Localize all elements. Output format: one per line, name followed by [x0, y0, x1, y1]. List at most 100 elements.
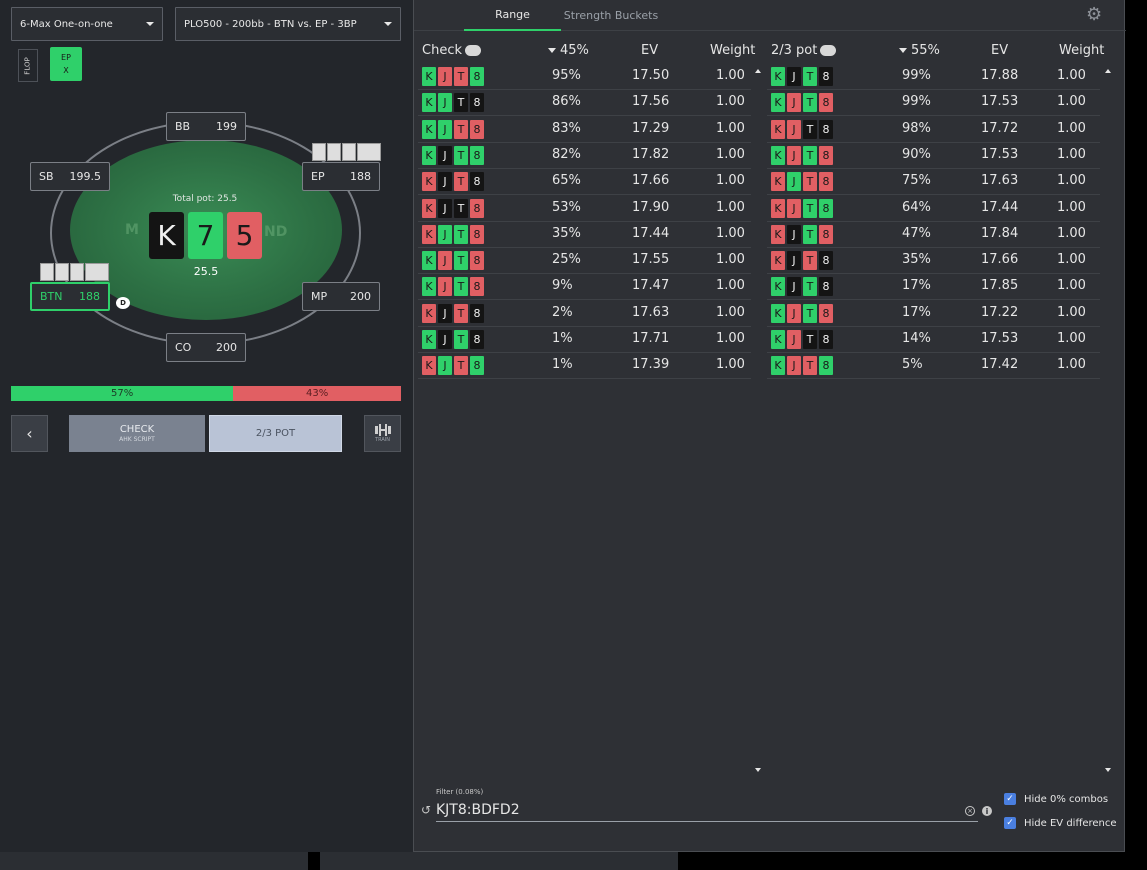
checkbox-checked-icon: ✓ [1004, 817, 1016, 829]
combo-row[interactable]: K J T 8 99% 17.53 1.00 [767, 90, 1100, 117]
bet-scroll-up[interactable] [1105, 69, 1111, 73]
combo-row[interactable]: K J T 8 35% 17.66 1.00 [767, 248, 1100, 275]
combo-frequency: 90% [902, 146, 931, 162]
hand-card: J [438, 67, 452, 86]
seat-ep[interactable]: EP 188 [302, 162, 380, 191]
hand-card: 8 [470, 198, 484, 218]
bet-two-thirds-button[interactable]: 2/3 POT [209, 415, 342, 452]
combo-weight: 1.00 [716, 225, 745, 241]
seat-co[interactable]: CO 200 [166, 333, 246, 362]
seat-btn[interactable]: BTN 188 [30, 282, 110, 311]
combo-row[interactable]: K J T 8 17% 17.85 1.00 [767, 274, 1100, 301]
info-icon[interactable]: i [982, 806, 992, 816]
check-ev-header[interactable]: EV [641, 41, 658, 59]
combo-row[interactable]: K J T 8 47% 17.84 1.00 [767, 222, 1100, 248]
hand-cards: KJT8 [771, 198, 833, 218]
combo-ev: 17.42 [981, 357, 1019, 373]
bet-scroll-down[interactable] [1105, 768, 1111, 772]
check-action-header: Check [422, 41, 481, 59]
combo-row[interactable]: K J T 8 82% 17.82 1.00 [418, 143, 751, 169]
gear-icon[interactable]: ⚙ [1086, 4, 1102, 25]
combo-row[interactable]: K J T 8 53% 17.90 1.00 [418, 196, 751, 222]
bet-freq-header[interactable]: 55% [899, 41, 940, 59]
combo-weight: 1.00 [1057, 357, 1086, 373]
hand-card: K [771, 67, 785, 86]
combo-row[interactable]: K J T 8 2% 17.63 1.00 [418, 301, 751, 327]
bet-ev-header[interactable]: EV [991, 41, 1008, 59]
combo-row[interactable]: K J T 8 98% 17.72 1.00 [767, 117, 1100, 143]
check-scroll-up[interactable] [755, 69, 761, 73]
combo-weight: 1.00 [716, 304, 745, 320]
combo-row[interactable]: K J T 8 99% 17.88 1.00 [767, 64, 1100, 90]
combo-row[interactable]: K J T 8 83% 17.29 1.00 [418, 117, 751, 143]
combo-row[interactable]: K J T 8 14% 17.53 1.00 [767, 327, 1100, 353]
hand-card: 8 [819, 172, 833, 192]
hand-card: K [771, 93, 785, 113]
train-button[interactable]: TRAIN [364, 415, 401, 452]
combo-ev: 17.50 [632, 68, 670, 83]
game-dropdown[interactable]: 6-Max One-on-one [11, 7, 163, 41]
hand-card: J [787, 172, 801, 192]
hand-card: K [771, 303, 785, 323]
street-label[interactable]: FLOP [18, 49, 38, 82]
hand-card: T [803, 145, 817, 165]
seat-mp[interactable]: MP 200 [302, 282, 380, 311]
check-weight-header[interactable]: Weight [710, 41, 755, 59]
combo-row[interactable]: K J T 8 5% 17.42 1.00 [767, 353, 1100, 380]
action-history-chip[interactable]: EP X [50, 47, 82, 81]
left-panel: 6-Max One-on-one PLO500 - 200bb - BTN vs… [0, 0, 413, 852]
combo-row[interactable]: K J T 8 86% 17.56 1.00 [418, 90, 751, 117]
taskbar-segment [320, 852, 678, 870]
combo-ev: 17.22 [981, 304, 1019, 320]
seat-bb[interactable]: BB 199 [166, 112, 246, 141]
combo-row[interactable]: K J T 8 1% 17.39 1.00 [418, 353, 751, 380]
combo-row[interactable]: K J T 8 35% 17.44 1.00 [418, 222, 751, 248]
tab-strength-buckets[interactable]: Strength Buckets [561, 0, 661, 31]
hand-card: J [787, 224, 801, 244]
combo-row[interactable]: K J T 8 75% 17.63 1.00 [767, 169, 1100, 196]
check-button[interactable]: CHECK AHK SCRIPT [69, 415, 205, 452]
hand-card: J [438, 251, 452, 271]
hand-card: J [787, 356, 801, 376]
spot-dropdown[interactable]: PLO500 - 200bb - BTN vs. EP - 3BP [175, 7, 401, 41]
hand-cards: KJT8 [771, 303, 833, 323]
hand-card: 8 [470, 172, 484, 192]
cloud-download-icon[interactable] [465, 44, 481, 56]
tab-range[interactable]: Range [464, 0, 561, 31]
taskbar-segment [0, 852, 308, 870]
hand-card: K [771, 172, 785, 192]
back-button[interactable]: ‹ [11, 415, 48, 452]
bet-weight-header[interactable]: Weight [1059, 41, 1104, 59]
hide-ev-difference-checkbox[interactable]: ✓ Hide EV difference [1004, 817, 1117, 829]
hand-card: J [438, 303, 452, 323]
app-window: 6-Max One-on-one PLO500 - 200bb - BTN vs… [0, 0, 1147, 870]
combo-row[interactable]: K J T 8 1% 17.71 1.00 [418, 327, 751, 353]
hand-card: J [787, 277, 801, 297]
hand-card: 8 [470, 251, 484, 271]
reset-icon[interactable]: ↺ [421, 803, 431, 817]
combo-weight: 1.00 [716, 278, 745, 294]
hand-card: T [454, 93, 468, 113]
combo-weight: 1.00 [1057, 199, 1086, 215]
hide-zero-combos-checkbox[interactable]: ✓ Hide 0% combos [1004, 793, 1108, 805]
hand-card: T [454, 277, 468, 297]
clear-icon[interactable]: × [965, 806, 975, 816]
combo-row[interactable]: K J T 8 95% 17.50 1.00 [418, 64, 751, 90]
combo-weight: 1.00 [1057, 146, 1086, 162]
combo-row[interactable]: K J T 8 64% 17.44 1.00 [767, 196, 1100, 222]
seat-sb[interactable]: SB 199.5 [30, 162, 110, 191]
hand-card: 8 [470, 67, 484, 86]
combo-row[interactable]: K J T 8 90% 17.53 1.00 [767, 143, 1100, 169]
combo-row[interactable]: K J T 8 17% 17.22 1.00 [767, 301, 1100, 327]
combo-row[interactable]: K J T 8 25% 17.55 1.00 [418, 248, 751, 275]
hand-card: 8 [819, 198, 833, 218]
filter-input[interactable] [436, 798, 978, 822]
combo-weight: 1.00 [716, 357, 745, 373]
hand-cards: KJT8 [422, 67, 484, 86]
combo-row[interactable]: K J T 8 9% 17.47 1.00 [418, 274, 751, 301]
combo-row[interactable]: K J T 8 65% 17.66 1.00 [418, 169, 751, 196]
cloud-download-icon[interactable] [820, 44, 837, 56]
hand-card: J [438, 93, 452, 113]
check-scroll-down[interactable] [755, 768, 761, 772]
check-freq-header[interactable]: 45% [548, 41, 589, 59]
